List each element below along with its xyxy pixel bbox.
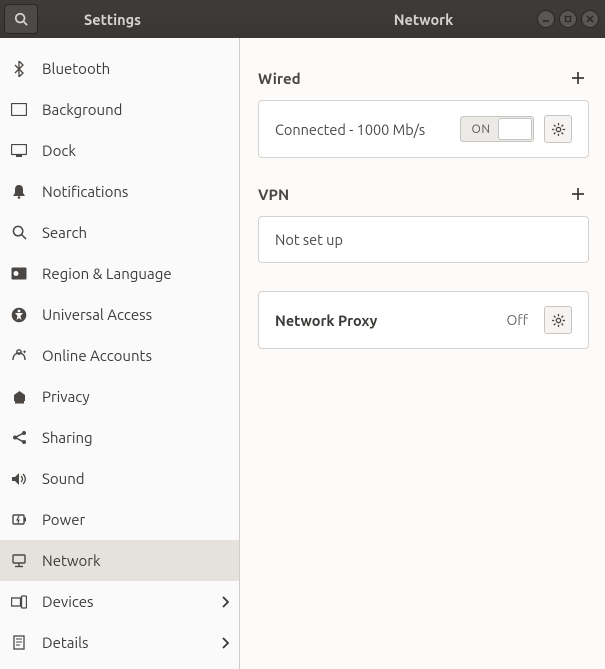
sidebar-item-search[interactable]: Search <box>0 212 239 253</box>
vpn-add-button[interactable] <box>567 185 589 203</box>
plus-icon <box>571 71 585 85</box>
dock-icon <box>10 144 28 157</box>
sidebar-item-notifications[interactable]: Notifications <box>0 171 239 212</box>
search-icon <box>10 225 28 240</box>
titlebar-search-button[interactable] <box>4 4 38 34</box>
sidebar-item-label: Background <box>42 101 229 118</box>
network-icon <box>10 554 28 568</box>
vpn-status-text: Not set up <box>275 231 572 248</box>
accessibility-icon <box>10 307 28 323</box>
maximize-button[interactable] <box>559 10 577 28</box>
wired-section-header: Wired <box>258 62 589 94</box>
sidebar-item-label: Notifications <box>42 183 229 200</box>
sidebar-item-label: Power <box>42 511 229 528</box>
sidebar-item-label: Region & Language <box>42 265 229 282</box>
proxy-status-text: Off <box>506 312 528 328</box>
sidebar-item-label: Dock <box>42 142 229 159</box>
close-icon <box>586 15 594 23</box>
wired-settings-button[interactable] <box>544 115 572 143</box>
svg-text:✦: ✦ <box>22 349 27 356</box>
sidebar-item-label: Privacy <box>42 388 229 405</box>
bell-icon <box>10 184 28 199</box>
sidebar-item-label: Details <box>42 634 207 651</box>
wired-panel: Connected - 1000 Mb/s ON <box>258 100 589 158</box>
sidebar-item-background[interactable]: Background <box>0 89 239 130</box>
sharing-icon <box>10 430 28 445</box>
proxy-panel: Network Proxy Off <box>258 291 589 349</box>
region-icon <box>10 267 28 280</box>
sidebar-item-label: Online Accounts <box>42 347 229 364</box>
wired-connection-row: Connected - 1000 Mb/s ON <box>259 101 588 157</box>
sidebar-item-online-accounts[interactable]: ✦ Online Accounts <box>0 335 239 376</box>
details-icon <box>10 635 28 650</box>
switch-knob <box>498 118 532 140</box>
sidebar-item-region[interactable]: Region & Language <box>0 253 239 294</box>
sidebar-item-universal-access[interactable]: Universal Access <box>0 294 239 335</box>
vpn-title: VPN <box>258 186 289 203</box>
sidebar-item-label: Devices <box>42 593 207 610</box>
sidebar-item-network[interactable]: Network <box>0 540 239 581</box>
sidebar-item-privacy[interactable]: Privacy <box>0 376 239 417</box>
gear-icon <box>551 313 566 328</box>
titlebar-page-label: Network <box>394 11 454 28</box>
sidebar-item-label: Search <box>42 224 229 241</box>
vpn-section-header: VPN <box>258 178 589 210</box>
sound-icon <box>10 472 28 486</box>
minimize-icon <box>542 15 550 23</box>
sidebar-item-sharing[interactable]: Sharing <box>0 417 239 458</box>
bluetooth-icon <box>10 61 28 77</box>
gear-icon <box>551 122 566 137</box>
maximize-icon <box>564 15 572 23</box>
titlebar: Settings Network <box>0 0 605 38</box>
close-button[interactable] <box>581 10 599 28</box>
window-controls <box>537 10 599 28</box>
titlebar-app-label: Settings <box>84 11 141 28</box>
sidebar: Bluetooth Background Dock Notifications … <box>0 38 240 669</box>
sidebar-item-label: Universal Access <box>42 306 229 323</box>
proxy-settings-button[interactable] <box>544 306 572 334</box>
privacy-icon <box>10 389 28 404</box>
sidebar-item-sound[interactable]: Sound <box>0 458 239 499</box>
settings-window: Settings Network Bluetooth Background Do… <box>0 0 605 669</box>
devices-icon <box>10 595 28 609</box>
wired-add-button[interactable] <box>567 69 589 87</box>
sidebar-item-power[interactable]: Power <box>0 499 239 540</box>
wired-switch[interactable]: ON <box>460 116 534 142</box>
chevron-right-icon <box>221 596 229 608</box>
sidebar-item-dock[interactable]: Dock <box>0 130 239 171</box>
vpn-row: Not set up <box>259 217 588 262</box>
switch-on-label: ON <box>461 123 501 136</box>
network-content: Wired Connected - 1000 Mb/s ON <box>240 38 605 669</box>
minimize-button[interactable] <box>537 10 555 28</box>
proxy-row[interactable]: Network Proxy Off <box>259 292 588 348</box>
sidebar-item-label: Sound <box>42 470 229 487</box>
sidebar-item-bluetooth[interactable]: Bluetooth <box>0 48 239 89</box>
vpn-panel: Not set up <box>258 216 589 263</box>
power-icon <box>10 512 28 527</box>
window-body: Bluetooth Background Dock Notifications … <box>0 38 605 669</box>
wired-status-text: Connected - 1000 Mb/s <box>275 121 450 138</box>
online-accounts-icon: ✦ <box>10 349 28 363</box>
sidebar-item-label: Network <box>42 552 229 569</box>
sidebar-item-label: Bluetooth <box>42 60 229 77</box>
sidebar-item-devices[interactable]: Devices <box>0 581 239 622</box>
search-icon <box>14 12 28 26</box>
proxy-title: Network Proxy <box>275 312 496 329</box>
chevron-right-icon <box>221 637 229 649</box>
wired-title: Wired <box>258 70 301 87</box>
sidebar-item-label: Sharing <box>42 429 229 446</box>
sidebar-item-details[interactable]: Details <box>0 622 239 663</box>
plus-icon <box>571 187 585 201</box>
background-icon <box>10 103 28 116</box>
